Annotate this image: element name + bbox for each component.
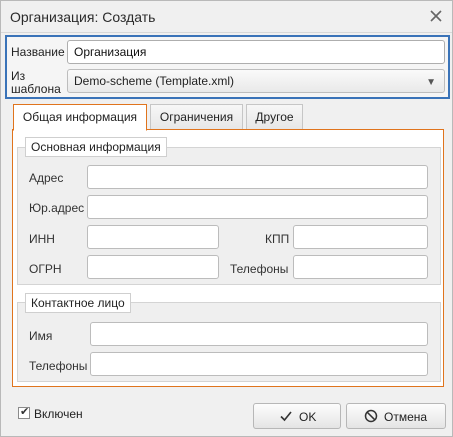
template-select-value: Demo-scheme (Template.xml) <box>74 74 235 88</box>
create-organization-dialog: Организация: Создать Название Из шаблона… <box>0 0 453 437</box>
contact-phones-label: Телефоны <box>29 359 88 373</box>
template-select[interactable]: Demo-scheme (Template.xml) ▼ <box>67 69 445 93</box>
cancel-icon <box>364 409 378 423</box>
check-icon: ✔ <box>20 406 30 418</box>
address-field[interactable] <box>87 165 428 189</box>
inn-label: ИНН <box>29 232 55 246</box>
template-label-line2: шаблона <box>11 82 61 96</box>
legal-address-label: Юр.адрес <box>29 201 85 215</box>
contact-phones-field[interactable] <box>90 352 428 376</box>
kpp-label: КПП <box>265 232 290 246</box>
chevron-down-icon: ▼ <box>426 77 436 88</box>
contact-name-label: Имя <box>29 329 53 343</box>
close-icon[interactable] <box>428 8 444 24</box>
enabled-label: Включен <box>34 407 83 421</box>
check-icon <box>280 411 292 422</box>
enabled-checkbox[interactable]: ✔ <box>18 406 30 419</box>
tab-panel-general: Основная информация Адрес Юр.адрес ИНН К… <box>12 129 444 387</box>
contact-name-field[interactable] <box>90 322 428 346</box>
legal-address-field[interactable] <box>87 195 428 219</box>
kpp-field[interactable] <box>293 225 428 249</box>
header-form: Название Из шаблона Demo-scheme (Templat… <box>5 35 450 99</box>
name-input[interactable] <box>67 40 445 64</box>
title-bar: Организация: Создать <box>1 1 452 33</box>
tab-general-info[interactable]: Общая информация <box>13 104 147 131</box>
template-label-line1: Из <box>11 69 26 83</box>
tab-restrictions[interactable]: Ограничения <box>150 104 243 130</box>
ok-button-label: OK <box>299 410 317 424</box>
ogrn-field[interactable] <box>87 255 219 279</box>
ogrn-label: ОГРН <box>29 262 62 276</box>
cancel-button-label: Отмена <box>384 410 428 424</box>
tab-other[interactable]: Другое <box>246 104 303 130</box>
address-label: Адрес <box>29 171 64 185</box>
dialog-title: Организация: Создать <box>10 9 156 25</box>
inn-field[interactable] <box>87 225 219 249</box>
cancel-button[interactable]: Отмена <box>346 403 446 429</box>
name-label: Название <box>11 45 65 59</box>
contact-legend: Контактное лицо <box>25 293 131 313</box>
main-info-legend: Основная информация <box>25 137 167 157</box>
phones-label: Телефоны <box>230 262 289 276</box>
phones-field[interactable] <box>293 255 428 279</box>
ok-button[interactable]: OK <box>253 403 341 429</box>
